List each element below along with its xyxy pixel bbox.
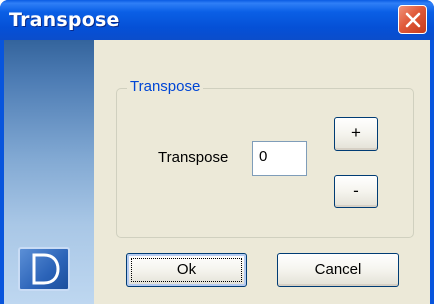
d-logo-icon — [18, 247, 70, 291]
decrement-button[interactable]: - — [334, 175, 378, 208]
window-title: Transpose — [9, 9, 120, 31]
transpose-input[interactable]: 0 — [252, 141, 307, 176]
close-icon — [405, 12, 421, 28]
ok-button[interactable]: Ok — [126, 253, 247, 287]
close-button[interactable] — [398, 5, 427, 34]
groupbox-legend: Transpose — [127, 78, 204, 95]
cancel-button[interactable]: Cancel — [277, 253, 399, 287]
dialog-window: Transpose Transpose Transpose 0 + - Ok C… — [0, 0, 434, 304]
title-bar[interactable]: Transpose — [0, 0, 434, 40]
increment-button[interactable]: + — [334, 117, 378, 151]
transpose-field-label: Transpose — [158, 149, 229, 166]
